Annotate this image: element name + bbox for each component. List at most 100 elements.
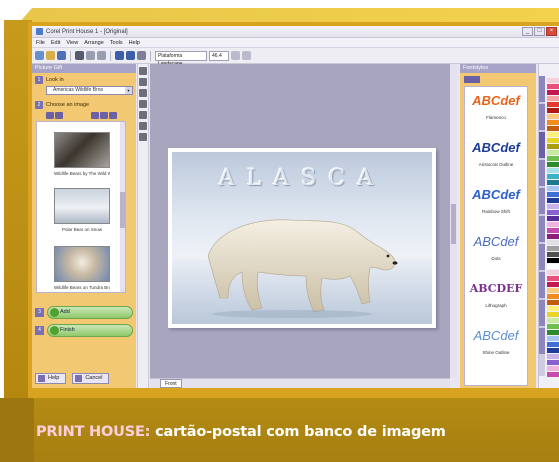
color-swatch[interactable] (547, 162, 559, 167)
color-swatch[interactable] (547, 336, 559, 341)
zoom-out-icon[interactable] (126, 51, 135, 60)
palette-tab[interactable] (539, 160, 545, 186)
redo-icon[interactable] (97, 51, 106, 60)
color-swatch[interactable] (547, 354, 559, 359)
canvas-vertical-scrollbar[interactable] (450, 64, 457, 378)
zoom-combo[interactable]: 46.4 (209, 50, 229, 61)
color-swatch[interactable] (547, 126, 559, 131)
fontstyle-item[interactable]: ABCdef Shine Outline (465, 322, 527, 369)
fontstyle-item[interactable]: ABCdef Dots (465, 228, 527, 275)
view-icon[interactable] (46, 112, 54, 119)
add-button[interactable]: Add (47, 306, 133, 319)
color-swatch[interactable] (547, 150, 559, 155)
prev-icon[interactable] (91, 112, 99, 119)
color-swatch[interactable] (547, 294, 559, 299)
chevron-down-icon[interactable]: ▼ (125, 87, 132, 94)
color-swatch[interactable] (547, 102, 559, 107)
menu-view[interactable]: View (66, 40, 78, 46)
page-icon[interactable] (137, 51, 146, 60)
color-swatch[interactable] (547, 114, 559, 119)
list-item[interactable]: Wildlife Bears by The Wild Wildlife (54, 132, 110, 176)
fontstyles-list[interactable]: ABCdef Flamenco ABCdef Aristocrat Outline AB… (464, 86, 528, 386)
finish-button[interactable]: Finish (47, 324, 133, 337)
color-swatch[interactable] (547, 228, 559, 233)
color-swatch[interactable] (547, 180, 559, 185)
undo-icon[interactable] (86, 51, 95, 60)
new-icon[interactable] (35, 51, 44, 60)
color-swatch[interactable] (547, 198, 559, 203)
text-tool-icon[interactable] (139, 89, 147, 97)
zoom-in-icon[interactable] (115, 51, 124, 60)
color-swatch[interactable] (547, 300, 559, 305)
color-swatch[interactable] (547, 216, 559, 221)
color-swatch[interactable] (547, 372, 559, 377)
minimize-button[interactable]: _ (522, 27, 533, 36)
color-swatch[interactable] (547, 342, 559, 347)
color-swatch[interactable] (547, 258, 559, 263)
picture-tool-icon[interactable] (139, 133, 147, 141)
color-swatch[interactable] (547, 168, 559, 173)
color-swatch[interactable] (547, 270, 559, 275)
palette-tab[interactable] (539, 76, 545, 102)
design-canvas[interactable]: ALASCA (150, 64, 450, 378)
palette-tab[interactable] (539, 104, 545, 130)
palette-tab[interactable] (539, 244, 545, 270)
scroll-thumb[interactable] (451, 204, 456, 244)
close-button[interactable]: × (546, 27, 557, 36)
palette-tab[interactable] (539, 300, 545, 326)
help-button[interactable]: Help (35, 373, 67, 384)
pen-tool-icon[interactable] (139, 122, 147, 130)
color-swatch[interactable] (547, 366, 559, 371)
postcard[interactable]: ALASCA (168, 148, 436, 328)
color-swatch[interactable] (547, 222, 559, 227)
print-icon[interactable] (75, 51, 84, 60)
color-swatch[interactable] (547, 312, 559, 317)
fontstyles-toolbar[interactable] (464, 76, 480, 83)
color-swatch[interactable] (547, 348, 559, 353)
thumbnail-list[interactable]: Wildlife Bears by The Wild Wildlife Pola… (36, 121, 126, 293)
color-swatch[interactable] (547, 306, 559, 311)
zoom-tool-icon[interactable] (139, 78, 147, 86)
list-item[interactable]: Wildlife Bears on Tundra Brothers (54, 246, 110, 290)
menu-edit[interactable]: Edit (51, 40, 60, 46)
color-swatch[interactable] (547, 120, 559, 125)
fontstyle-item[interactable]: ABCDEF Lithograph (465, 275, 527, 322)
color-swatch[interactable] (547, 360, 559, 365)
menu-tools[interactable]: Tools (110, 40, 123, 46)
next-icon[interactable] (100, 112, 108, 119)
color-swatch[interactable] (547, 210, 559, 215)
polar-bear-photo[interactable]: ALASCA (172, 152, 432, 324)
nav-back-icon[interactable] (231, 51, 240, 60)
color-swatch[interactable] (547, 78, 559, 83)
palette-tab[interactable] (539, 132, 545, 158)
thumbnail-scrollbar[interactable] (120, 122, 125, 292)
color-swatch[interactable] (547, 204, 559, 209)
color-swatch[interactable] (547, 246, 559, 251)
color-swatch[interactable] (547, 96, 559, 101)
nav-forward-icon[interactable] (242, 51, 251, 60)
color-swatch[interactable] (547, 138, 559, 143)
color-swatch[interactable] (547, 192, 559, 197)
color-swatch[interactable] (547, 288, 559, 293)
cancel-button[interactable]: Cancel (72, 373, 110, 384)
palette-tab[interactable] (539, 216, 545, 242)
color-swatch[interactable] (547, 84, 559, 89)
open-icon[interactable] (46, 51, 55, 60)
sort-icon[interactable] (55, 112, 63, 119)
save-icon[interactable] (57, 51, 66, 60)
color-swatch[interactable] (547, 282, 559, 287)
page-tab[interactable]: Front (160, 379, 182, 388)
line-tool-icon[interactable] (139, 111, 147, 119)
color-swatch[interactable] (547, 156, 559, 161)
fontstyle-item[interactable]: ABCdef Flamenco (465, 87, 527, 134)
scroll-thumb[interactable] (120, 192, 125, 228)
color-swatch[interactable] (547, 132, 559, 137)
color-swatch[interactable] (547, 174, 559, 179)
palette-tab[interactable] (539, 188, 545, 214)
menu-arrange[interactable]: Arrange (84, 40, 104, 46)
pointer-tool-icon[interactable] (139, 67, 147, 75)
color-swatch[interactable] (547, 330, 559, 335)
color-swatch[interactable] (547, 276, 559, 281)
color-swatch[interactable] (547, 186, 559, 191)
list-item[interactable]: Polar Bear on Snow (54, 188, 110, 232)
